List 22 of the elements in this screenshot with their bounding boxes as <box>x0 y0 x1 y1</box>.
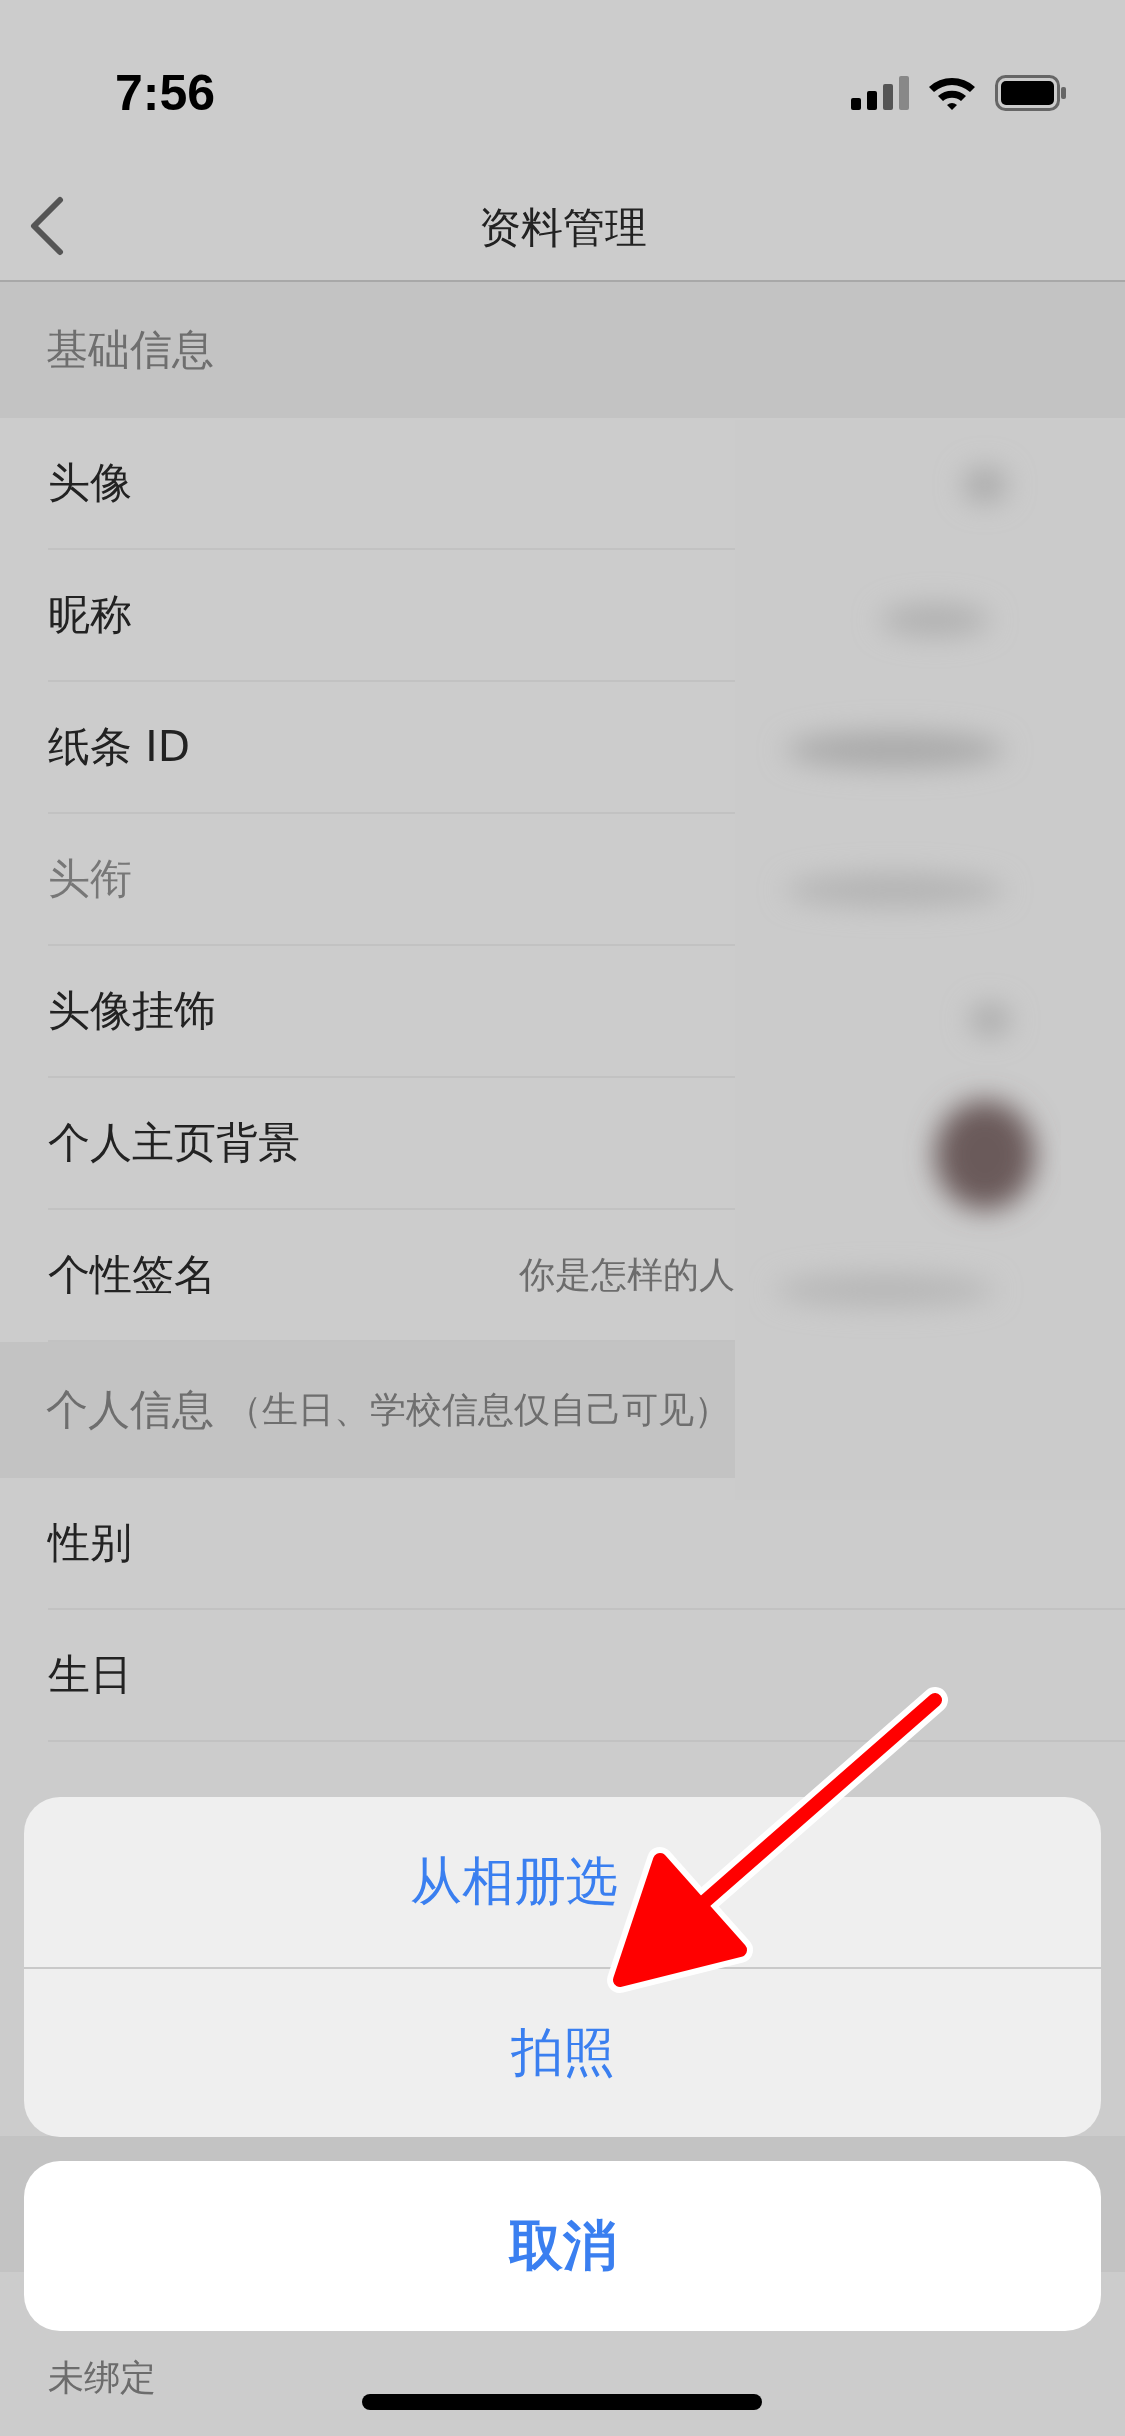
section-note: （生日、学校信息仅自己可见） <box>226 1387 730 1432</box>
battery-icon <box>995 75 1067 111</box>
row-label: 纸条 ID <box>48 721 191 773</box>
row-value: 未绑定 <box>48 2357 156 2398</box>
status-time: 7:56 <box>115 64 216 122</box>
row-label: 生日 <box>48 1649 132 1701</box>
row-label: 性别 <box>48 1517 132 1569</box>
row-label: 昵称 <box>48 589 132 641</box>
row-value: 你是怎样的人 <box>519 1252 735 1297</box>
section-title: 基础信息 <box>46 324 214 376</box>
row-label: 头像 <box>48 457 132 509</box>
back-icon[interactable] <box>28 196 64 256</box>
cancel-button[interactable]: 取消 <box>24 2161 1101 2331</box>
row-label: 头衔 <box>48 853 132 905</box>
row-label: 个性签名 <box>48 1249 216 1301</box>
section-title: 个人信息 <box>46 1384 214 1436</box>
settings-row[interactable]: 生日 <box>48 1610 1125 1742</box>
wifi-icon <box>927 75 977 111</box>
row-label: 个人主页背景 <box>48 1117 300 1169</box>
page-title: 资料管理 <box>478 202 647 254</box>
signal-icon <box>851 76 909 110</box>
row-label: 头像挂饰 <box>48 985 216 1037</box>
